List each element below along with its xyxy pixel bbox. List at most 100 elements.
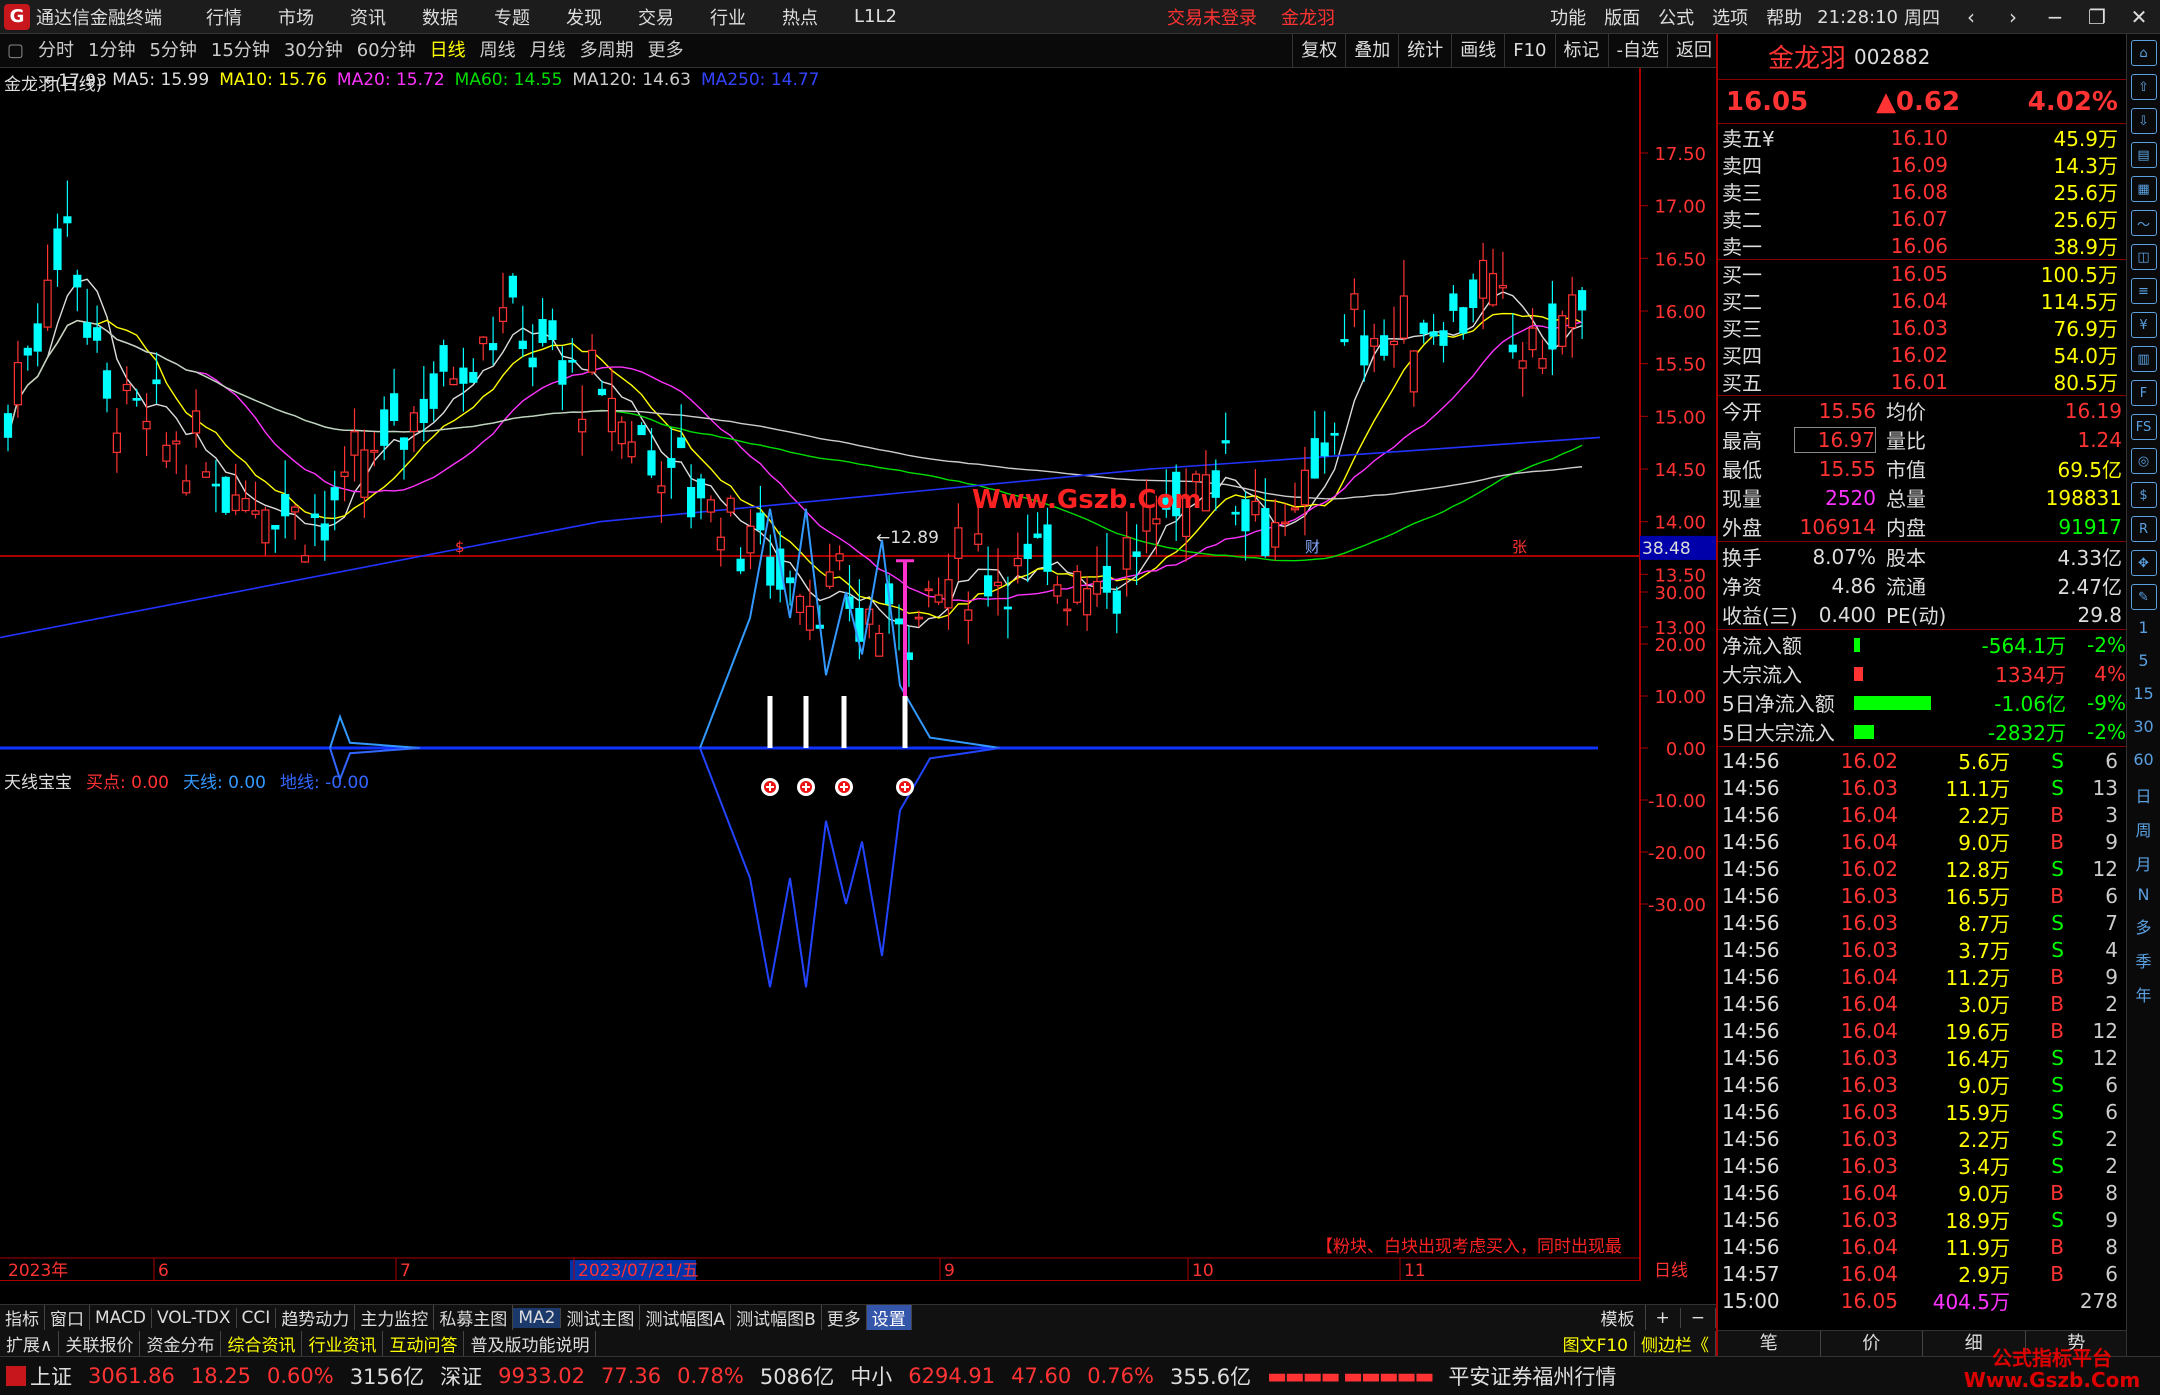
adjust-button[interactable]: 复权 xyxy=(1292,34,1345,68)
extension-tab[interactable]: 扩展∧ xyxy=(0,1330,60,1356)
nav-icon[interactable]: ✥ xyxy=(2130,550,2157,576)
menu-industry[interactable]: 行业 xyxy=(692,4,764,30)
period-more[interactable]: 更多 xyxy=(641,34,691,68)
indicator-tab[interactable]: 更多 xyxy=(822,1305,867,1330)
side-number[interactable]: 5 xyxy=(2127,651,2160,670)
side-number[interactable]: 30 xyxy=(2127,717,2160,736)
zx-label[interactable]: 中小 xyxy=(850,1361,892,1391)
menu-options[interactable]: 选项 xyxy=(1703,4,1757,30)
period-15min[interactable]: 15分钟 xyxy=(204,34,277,68)
indicator-tab[interactable]: 测试幅图A xyxy=(640,1305,732,1330)
menu-quote[interactable]: 行情 xyxy=(188,4,260,30)
indicator-tab[interactable]: VOL-TDX xyxy=(152,1307,237,1328)
side-period[interactable]: 日 xyxy=(2127,783,2160,807)
rsi-icon[interactable]: R xyxy=(2130,516,2157,542)
orbit-icon[interactable]: ◎ xyxy=(2130,448,2157,474)
extension-tab[interactable]: 资金分布 xyxy=(140,1330,222,1356)
list-icon[interactable]: ≡ xyxy=(2130,278,2157,304)
return-button[interactable]: 返回 xyxy=(1667,34,1720,68)
extension-tab[interactable]: 关联报价 xyxy=(59,1330,141,1356)
upload-icon[interactable]: ⇧ xyxy=(2130,74,2157,100)
period-weekly[interactable]: 周线 xyxy=(473,34,523,68)
indicator-tab[interactable]: 私募主图 xyxy=(434,1305,514,1330)
period-5min[interactable]: 5分钟 xyxy=(142,34,203,68)
f10-button[interactable]: F10 xyxy=(1504,34,1554,68)
stats-button[interactable]: 统计 xyxy=(1398,34,1451,68)
side-number[interactable]: 60 xyxy=(2127,750,2160,769)
menu-formula[interactable]: 公式 xyxy=(1649,4,1703,30)
f10-icon[interactable]: F xyxy=(2130,380,2157,406)
mark-button[interactable]: 标记 xyxy=(1554,34,1608,68)
side-button[interactable]: 图文F10 xyxy=(1557,1330,1635,1356)
side-button[interactable]: 侧边栏《 xyxy=(1635,1330,1716,1356)
menu-hot[interactable]: 热点 xyxy=(764,4,836,30)
chart-area[interactable]: 17.50 17.00 16.50 16.00 15.50 15.00 14.50 14.00… xyxy=(0,68,1720,1281)
kline-chart[interactable]: 17.50 17.00 16.50 16.00 15.50 15.00 14.50 14.00… xyxy=(0,68,1720,1281)
login-alert[interactable]: 交易未登录 xyxy=(1167,4,1257,30)
minimize-icon[interactable]: − xyxy=(2034,5,2076,29)
fund-icon[interactable]: ¥ xyxy=(2130,312,2157,338)
indicator-tab[interactable]: MACD xyxy=(90,1307,152,1328)
indicator-tab[interactable]: 设置 xyxy=(866,1305,912,1330)
pen-icon[interactable]: ✎ xyxy=(2130,584,2157,610)
template-button[interactable]: 模板 xyxy=(1591,1305,1646,1330)
dollar-icon[interactable]: $ xyxy=(2130,482,2157,508)
period-60min[interactable]: 60分钟 xyxy=(350,34,423,68)
indicator-tab[interactable]: 主力监控 xyxy=(355,1305,435,1330)
template-button[interactable]: + xyxy=(1646,1307,1681,1328)
period-multi[interactable]: 多周期 xyxy=(573,34,641,68)
collapse-icon[interactable]: ▢ xyxy=(0,34,31,68)
period-daily[interactable]: 日线 xyxy=(423,34,473,68)
indicator-tab[interactable]: 测试幅图B xyxy=(731,1305,822,1330)
side-period[interactable]: 月 xyxy=(2127,851,2160,875)
template-button[interactable]: − xyxy=(1681,1307,1716,1328)
side-period[interactable]: 季 xyxy=(2127,948,2160,972)
indicator-tab[interactable]: MA2 xyxy=(513,1307,562,1328)
side-number[interactable]: 15 xyxy=(2127,684,2160,703)
down-icon[interactable]: ⇩ xyxy=(2130,108,2157,134)
indicator-tab[interactable]: 测试主图 xyxy=(561,1305,641,1330)
menu-l1l2[interactable]: L1L2 xyxy=(836,6,915,27)
sh-label[interactable]: 上证 xyxy=(30,1361,72,1391)
arrow-up-icon[interactable]: ⌂ xyxy=(2130,40,2157,66)
line-icon[interactable]: 〜 xyxy=(2130,210,2157,236)
extension-tab[interactable]: 综合资讯 xyxy=(221,1330,303,1356)
period-intraday[interactable]: 分时 xyxy=(31,34,81,68)
menu-discover[interactable]: 发现 xyxy=(548,4,620,30)
sz-label[interactable]: 深证 xyxy=(440,1361,482,1391)
extension-tab[interactable]: 互动问答 xyxy=(383,1330,465,1356)
doc-icon[interactable]: ▤ xyxy=(2130,142,2157,168)
indicator-tab[interactable]: 指标 xyxy=(0,1305,45,1330)
menu-topic[interactable]: 专题 xyxy=(476,4,548,30)
panel-tab[interactable]: 价 xyxy=(1821,1331,1923,1356)
period-monthly[interactable]: 月线 xyxy=(523,34,573,68)
overlay-button[interactable]: 叠加 xyxy=(1345,34,1398,68)
menu-help[interactable]: 帮助 xyxy=(1757,4,1811,30)
menu-function[interactable]: 功能 xyxy=(1541,4,1595,30)
menu-layout[interactable]: 版面 xyxy=(1595,4,1649,30)
remove-watchlist-button[interactable]: -自选 xyxy=(1607,34,1668,68)
side-period[interactable]: 周 xyxy=(2127,817,2160,841)
side-period[interactable]: 年 xyxy=(2127,982,2160,1006)
menu-data[interactable]: 数据 xyxy=(404,4,476,30)
kline-icon[interactable]: ◫ xyxy=(2130,244,2157,270)
menu-trade[interactable]: 交易 xyxy=(620,4,692,30)
back-icon[interactable]: ‹ xyxy=(1950,5,1992,29)
restore-icon[interactable]: ❐ xyxy=(2076,5,2118,29)
panel-tab[interactable]: 笔 xyxy=(1718,1331,1821,1356)
indicator-tab[interactable]: 窗口 xyxy=(45,1305,90,1330)
draw-button[interactable]: 画线 xyxy=(1451,34,1504,68)
chart-icon[interactable]: ▦ xyxy=(2130,176,2157,202)
indicator-tab[interactable]: CCI xyxy=(237,1307,277,1328)
period-30min[interactable]: 30分钟 xyxy=(277,34,350,68)
indicator-tab[interactable]: 趋势动力 xyxy=(276,1305,356,1330)
menu-market[interactable]: 市场 xyxy=(260,4,332,30)
menu-news[interactable]: 资讯 xyxy=(332,4,404,30)
doc2-icon[interactable]: ▥ xyxy=(2130,346,2157,372)
fs-icon[interactable]: FS xyxy=(2130,414,2157,440)
extension-tab[interactable]: 行业资讯 xyxy=(302,1330,384,1356)
close-icon[interactable]: ✕ xyxy=(2118,5,2160,29)
side-period[interactable]: N xyxy=(2127,885,2160,904)
period-1min[interactable]: 1分钟 xyxy=(81,34,142,68)
extension-tab[interactable]: 普及版功能说明 xyxy=(464,1330,597,1356)
